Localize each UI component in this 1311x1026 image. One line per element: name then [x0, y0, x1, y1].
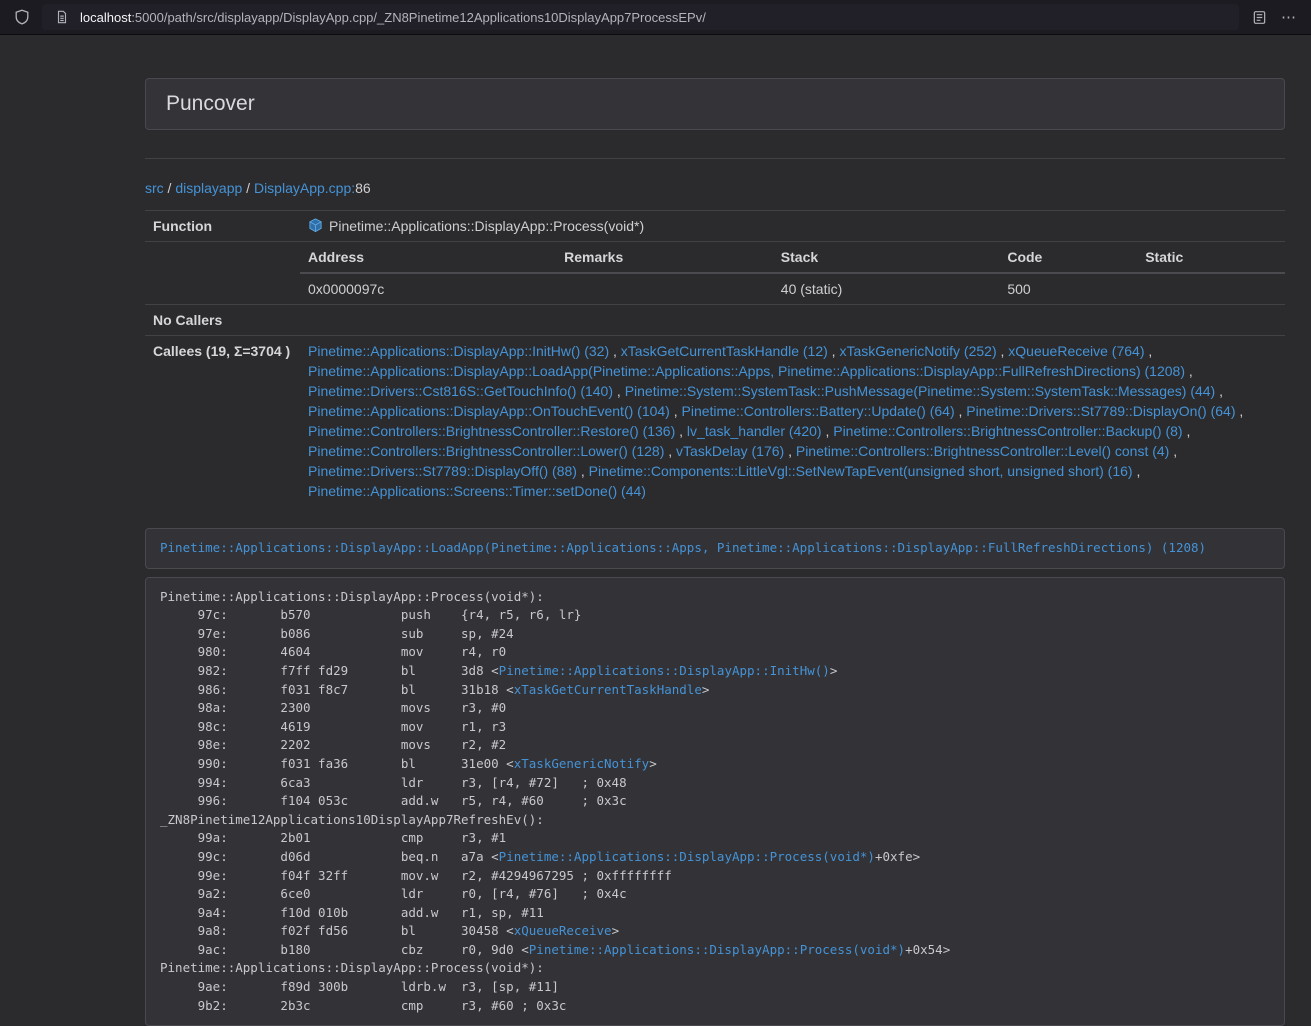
page-info-icon[interactable]	[52, 7, 72, 27]
function-label: Function	[145, 211, 300, 242]
callee-link[interactable]: xQueueReceive (764)	[1008, 343, 1144, 359]
address-table: Address Remarks Stack Code Static 0x0000…	[300, 242, 1285, 304]
callee-separator: ,	[784, 443, 796, 459]
url-path: :5000/path/src/displayapp/DisplayApp.cpp…	[131, 10, 706, 25]
callee-separator: ,	[1183, 423, 1191, 439]
menu-icon[interactable]: ⋯	[1279, 7, 1299, 27]
symbol-link[interactable]: xTaskGenericNotify	[514, 756, 649, 771]
callee-link[interactable]: Pinetime::Drivers::St7789::DisplayOn() (…	[966, 403, 1235, 419]
callee-separator: ,	[997, 343, 1009, 359]
callees-list: Pinetime::Applications::DisplayApp::Init…	[300, 336, 1285, 507]
symbol-type-icon	[308, 218, 323, 233]
callee-link[interactable]: Pinetime::Controllers::BrightnessControl…	[796, 443, 1169, 459]
url-host: localhost	[80, 10, 131, 25]
function-table: Function Pinetime::Applications::Display…	[145, 210, 1285, 506]
callee-link[interactable]: xTaskGenericNotify (252)	[839, 343, 996, 359]
code-size-value: 500	[999, 273, 1137, 304]
static-value	[1137, 273, 1285, 304]
callee-separator: ,	[670, 403, 682, 419]
breadcrumb-link[interactable]: src	[145, 180, 164, 196]
column-remarks: Remarks	[556, 242, 773, 273]
url-bar[interactable]: localhost:5000/path/src/displayapp/Displ…	[42, 4, 1239, 30]
callee-link[interactable]: Pinetime::Applications::Screens::Timer::…	[308, 483, 646, 499]
breadcrumb: src / displayapp / DisplayApp.cpp:86	[145, 178, 1285, 198]
callee-separator: ,	[664, 443, 676, 459]
callee-separator: ,	[1215, 383, 1223, 399]
tracking-protection-shield-icon[interactable]	[12, 7, 32, 27]
callee-separator: ,	[1236, 403, 1244, 419]
column-static: Static	[1137, 242, 1285, 273]
page-title: Puncover	[166, 92, 255, 115]
callee-link[interactable]: Pinetime::System::SystemTask::PushMessag…	[625, 383, 1216, 399]
callee-separator: ,	[1144, 343, 1152, 359]
symbol-link[interactable]: xQueueReceive	[514, 923, 612, 938]
callee-link[interactable]: Pinetime::Controllers::BrightnessControl…	[308, 443, 664, 459]
address-row: 0x0000097c 40 (static) 500	[300, 273, 1285, 304]
callee-link[interactable]: Pinetime::Applications::DisplayApp::Init…	[308, 343, 609, 359]
callee-link[interactable]: Pinetime::Controllers::BrightnessControl…	[308, 423, 675, 439]
column-address: Address	[300, 242, 556, 273]
callee-link[interactable]: xTaskGetCurrentTaskHandle (12)	[621, 343, 828, 359]
function-row: Function Pinetime::Applications::Display…	[145, 211, 1285, 242]
callees-row: Callees (19, Σ=3704 ) Pinetime::Applicat…	[145, 336, 1285, 507]
breadcrumb-separator: /	[164, 180, 176, 196]
callee-link[interactable]: vTaskDelay (176)	[676, 443, 784, 459]
callee-link[interactable]: Pinetime::Drivers::St7789::DisplayOff() …	[308, 463, 577, 479]
current-line-link[interactable]: Pinetime::Applications::DisplayApp::Load…	[160, 540, 1206, 555]
callee-separator: ,	[955, 403, 967, 419]
address-value: 0x0000097c	[300, 273, 556, 304]
line-number: 86	[355, 180, 371, 196]
callee-separator: ,	[613, 383, 625, 399]
callee-separator: ,	[577, 463, 589, 479]
function-name: Pinetime::Applications::DisplayApp::Proc…	[329, 218, 644, 234]
callees-label: Callees (19, Σ=3704 )	[145, 336, 300, 507]
breadcrumb-link[interactable]: displayapp	[175, 180, 242, 196]
breadcrumb-link[interactable]: DisplayApp.cpp:	[254, 180, 355, 196]
address-table-header: Address Remarks Stack Code Static	[300, 242, 1285, 273]
remarks-value	[556, 273, 773, 304]
callee-link[interactable]: Pinetime::Components::LittleVgl::SetNewT…	[589, 463, 1133, 479]
page-content: Puncover src / displayapp / DisplayApp.c…	[145, 78, 1285, 1026]
no-callers-cell	[300, 305, 1285, 336]
symbol-link[interactable]: xTaskGetCurrentTaskHandle	[514, 682, 702, 697]
stack-value: 40 (static)	[773, 273, 1000, 304]
app-header-panel: Puncover	[145, 78, 1285, 130]
callee-link[interactable]: Pinetime::Applications::DisplayApp::Load…	[308, 363, 1185, 379]
callee-separator: ,	[675, 423, 687, 439]
callee-link[interactable]: Pinetime::Drivers::Cst816S::GetTouchInfo…	[308, 383, 613, 399]
breadcrumb-separator: /	[242, 180, 254, 196]
callee-separator: ,	[609, 343, 621, 359]
details-row: Address Remarks Stack Code Static 0x0000…	[145, 242, 1285, 305]
current-line-box: Pinetime::Applications::DisplayApp::Load…	[145, 528, 1285, 569]
callee-separator: ,	[1133, 463, 1141, 479]
url-text: localhost:5000/path/src/displayapp/Displ…	[80, 10, 706, 25]
callee-link[interactable]: Pinetime::Controllers::Battery::Update()…	[682, 403, 955, 419]
callee-separator: ,	[828, 343, 840, 359]
column-code: Code	[999, 242, 1137, 273]
symbol-link[interactable]: Pinetime::Applications::DisplayApp::Init…	[499, 663, 830, 678]
callee-separator: ,	[822, 423, 834, 439]
header-divider	[145, 158, 1285, 159]
reader-view-icon[interactable]	[1249, 7, 1269, 27]
callee-link[interactable]: Pinetime::Controllers::BrightnessControl…	[833, 423, 1182, 439]
callee-link[interactable]: lv_task_handler (420)	[687, 423, 822, 439]
disassembly: Pinetime::Applications::DisplayApp::Proc…	[145, 577, 1285, 1026]
no-callers-row: No Callers	[145, 305, 1285, 336]
browser-toolbar: localhost:5000/path/src/displayapp/Displ…	[0, 0, 1311, 35]
no-callers-label: No Callers	[145, 305, 300, 336]
symbol-link[interactable]: Pinetime::Applications::DisplayApp::Proc…	[499, 849, 875, 864]
symbol-link[interactable]: Pinetime::Applications::DisplayApp::Proc…	[529, 942, 905, 957]
callee-link[interactable]: Pinetime::Applications::DisplayApp::OnTo…	[308, 403, 670, 419]
details-label-empty	[145, 242, 300, 305]
callee-separator: ,	[1169, 443, 1177, 459]
callee-separator: ,	[1185, 363, 1193, 379]
column-stack: Stack	[773, 242, 1000, 273]
